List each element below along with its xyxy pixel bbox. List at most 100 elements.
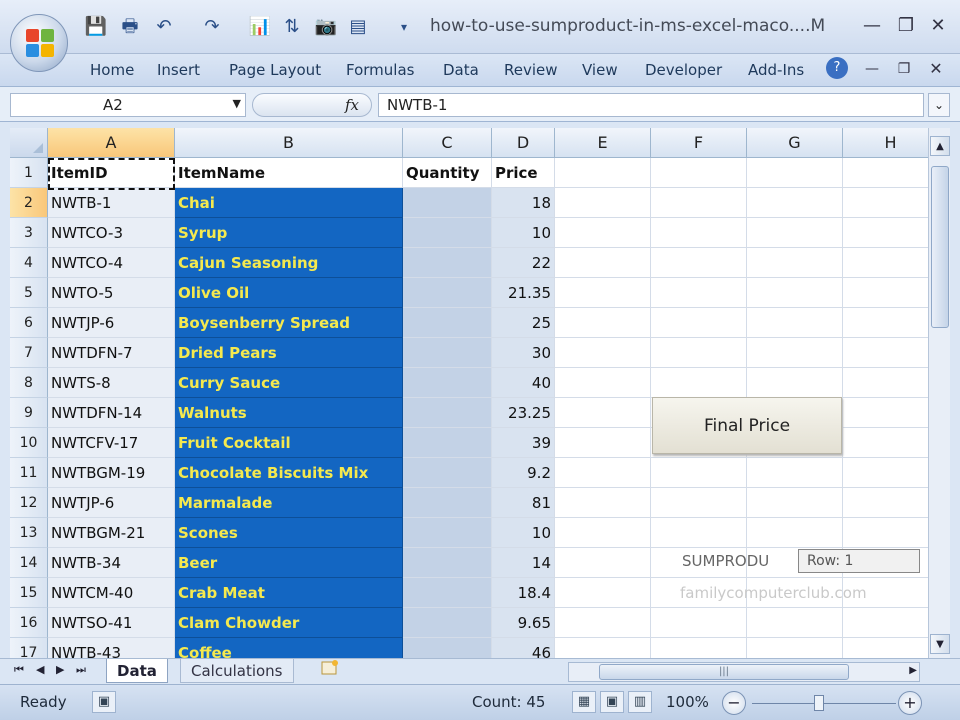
doc-restore-button[interactable]: ❐: [892, 57, 916, 81]
cell-price[interactable]: 14: [492, 548, 555, 578]
header-cell-itemname[interactable]: ItemName: [175, 158, 403, 188]
customize-quick-access-icon[interactable]: ▾: [392, 15, 416, 39]
vertical-scrollbar[interactable]: ▲ ▼: [928, 128, 950, 658]
expand-formula-bar-icon[interactable]: ⌄: [928, 93, 950, 117]
empty-cell[interactable]: [843, 338, 928, 368]
cell-item-name[interactable]: Boysenberry Spread: [175, 308, 403, 338]
page-layout-view-icon[interactable]: ▣: [600, 691, 624, 713]
chart-icon[interactable]: 📊: [248, 15, 272, 39]
cell-item-name[interactable]: Coffee: [175, 638, 403, 658]
sheet-tab-calculations[interactable]: Calculations: [180, 659, 294, 683]
first-sheet-icon[interactable]: ⏮: [14, 663, 24, 677]
cell-quantity[interactable]: [403, 308, 492, 338]
undo-icon[interactable]: ↶: [152, 15, 176, 39]
cell-item-name[interactable]: Crab Meat: [175, 578, 403, 608]
row-header[interactable]: 17: [10, 638, 48, 658]
row-header[interactable]: 1: [10, 158, 48, 188]
horizontal-scrollbar[interactable]: ||| ▶: [568, 662, 920, 682]
empty-cell[interactable]: [651, 638, 747, 658]
cell-price[interactable]: 9.65: [492, 608, 555, 638]
next-sheet-icon[interactable]: ▶: [56, 663, 64, 676]
empty-cell[interactable]: [843, 398, 928, 428]
cell-item-id[interactable]: NWTBGM-21: [48, 518, 175, 548]
cell-quantity[interactable]: [403, 248, 492, 278]
cell-quantity[interactable]: [403, 428, 492, 458]
header-cell-quantity[interactable]: Quantity: [403, 158, 492, 188]
tab-data[interactable]: Data: [443, 61, 479, 79]
column-header-c[interactable]: C: [403, 128, 492, 158]
cell-price[interactable]: 81: [492, 488, 555, 518]
empty-cell[interactable]: [651, 458, 747, 488]
empty-cell[interactable]: [747, 338, 843, 368]
cell-quantity[interactable]: [403, 188, 492, 218]
cell-quantity[interactable]: [403, 608, 492, 638]
cell-item-id[interactable]: NWTSO-41: [48, 608, 175, 638]
cell-item-name[interactable]: Fruit Cocktail: [175, 428, 403, 458]
save-icon[interactable]: 💾: [84, 15, 108, 39]
cell-item-id[interactable]: NWTJP-6: [48, 308, 175, 338]
cell-quantity[interactable]: [403, 488, 492, 518]
empty-cell[interactable]: [651, 338, 747, 368]
empty-cell[interactable]: [747, 158, 843, 188]
column-header-e[interactable]: E: [555, 128, 651, 158]
zoom-level[interactable]: 100%: [666, 693, 709, 711]
cell-item-id[interactable]: NWTCFV-17: [48, 428, 175, 458]
cell-item-name[interactable]: Dried Pears: [175, 338, 403, 368]
cell-item-id[interactable]: NWTJP-6: [48, 488, 175, 518]
row-header[interactable]: 12: [10, 488, 48, 518]
empty-cell[interactable]: [843, 428, 928, 458]
doc-minimize-button[interactable]: —: [860, 57, 884, 81]
empty-cell[interactable]: [843, 608, 928, 638]
row-header[interactable]: 9: [10, 398, 48, 428]
column-header-g[interactable]: G: [747, 128, 843, 158]
empty-cell[interactable]: [843, 638, 928, 658]
cell-item-name[interactable]: Walnuts: [175, 398, 403, 428]
minimize-button[interactable]: —: [860, 14, 884, 38]
zoom-out-icon[interactable]: −: [722, 691, 746, 715]
restore-button[interactable]: ❐: [894, 14, 918, 38]
empty-cell[interactable]: [555, 518, 651, 548]
cell-item-id[interactable]: NWTS-8: [48, 368, 175, 398]
cell-item-id[interactable]: NWTCM-40: [48, 578, 175, 608]
formula-input[interactable]: NWTB-1: [378, 93, 924, 117]
empty-cell[interactable]: [555, 158, 651, 188]
empty-cell[interactable]: [555, 218, 651, 248]
cell-quantity[interactable]: [403, 638, 492, 658]
empty-cell[interactable]: [555, 638, 651, 658]
cell-item-name[interactable]: Syrup: [175, 218, 403, 248]
empty-cell[interactable]: [843, 158, 928, 188]
print-icon[interactable]: 🖶: [118, 15, 142, 39]
empty-cell[interactable]: [747, 218, 843, 248]
close-button[interactable]: ✕: [926, 14, 950, 38]
cell-quantity[interactable]: [403, 218, 492, 248]
help-icon[interactable]: ?: [826, 57, 848, 79]
empty-cell[interactable]: [651, 368, 747, 398]
empty-cell[interactable]: [651, 248, 747, 278]
cell-quantity[interactable]: [403, 458, 492, 488]
cell-quantity[interactable]: [403, 548, 492, 578]
cell-price[interactable]: 10: [492, 518, 555, 548]
empty-cell[interactable]: [843, 308, 928, 338]
row-header[interactable]: 6: [10, 308, 48, 338]
horizontal-scroll-thumb[interactable]: |||: [599, 664, 849, 680]
macro-record-icon[interactable]: ▣: [92, 691, 116, 713]
prev-sheet-icon[interactable]: ◀: [36, 663, 44, 676]
cell-price[interactable]: 25: [492, 308, 555, 338]
empty-cell[interactable]: [555, 608, 651, 638]
cell-item-id[interactable]: NWTCO-3: [48, 218, 175, 248]
sheet-tab-data[interactable]: Data: [106, 659, 168, 683]
column-header-d[interactable]: D: [492, 128, 555, 158]
cell-item-id[interactable]: NWTB-43: [48, 638, 175, 658]
row-header[interactable]: 11: [10, 458, 48, 488]
cell-quantity[interactable]: [403, 398, 492, 428]
tab-page-layout[interactable]: Page Layout: [229, 61, 321, 79]
cell-item-name[interactable]: Cajun Seasoning: [175, 248, 403, 278]
cell-price[interactable]: 46: [492, 638, 555, 658]
page-break-view-icon[interactable]: ▥: [628, 691, 652, 713]
cell-item-name[interactable]: Olive Oil: [175, 278, 403, 308]
empty-cell[interactable]: [555, 278, 651, 308]
row-header[interactable]: 5: [10, 278, 48, 308]
scroll-up-icon[interactable]: ▲: [930, 136, 950, 156]
empty-cell[interactable]: [747, 608, 843, 638]
tab-home[interactable]: Home: [90, 61, 134, 79]
